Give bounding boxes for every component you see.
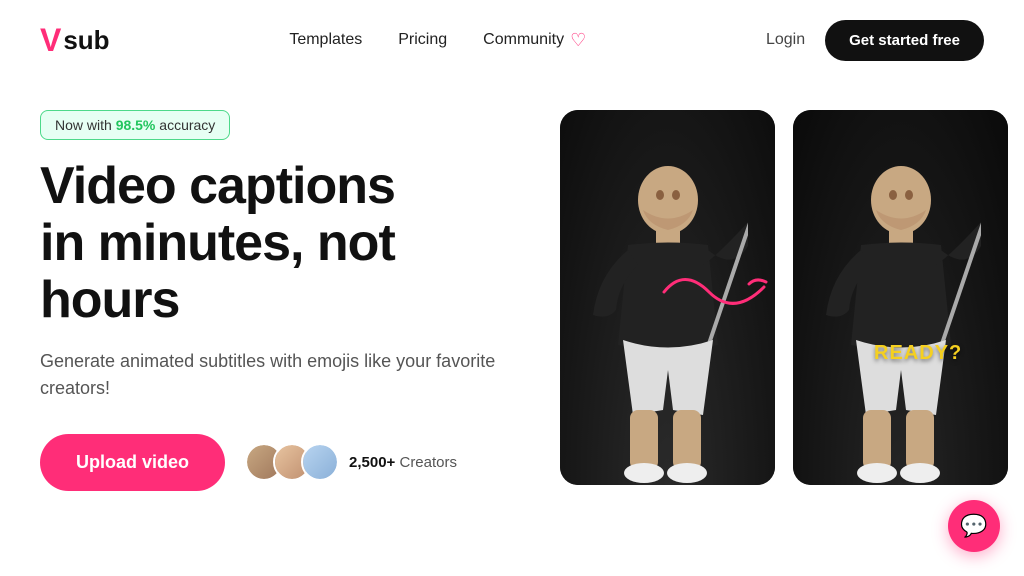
creators-row: 2,500+ Creators (245, 443, 457, 481)
badge-highlight: 98.5% (116, 117, 156, 133)
upload-video-button[interactable]: Upload video (40, 434, 225, 491)
video-card-left (560, 110, 775, 485)
video-card-right-inner: READY? (793, 110, 1008, 485)
badge-prefix: Now with (55, 117, 116, 133)
logo[interactable]: Vsub (40, 22, 110, 59)
badge-suffix: accuracy (155, 117, 215, 133)
creators-avatars (245, 443, 339, 481)
logo-v-letter: V (40, 22, 61, 59)
header-right: Login Get started free (766, 20, 984, 61)
video-card-left-inner (560, 110, 775, 485)
caption-overlay: READY? (874, 342, 962, 365)
heart-icon: ♡ (570, 30, 586, 51)
hero-subtitle: Generate animated subtitles with emojis … (40, 348, 520, 402)
nav-pricing[interactable]: Pricing (398, 31, 447, 49)
hero-left: Now with 98.5% accuracy Video captions i… (40, 110, 520, 491)
main-nav: Templates Pricing Community ♡ (289, 30, 586, 51)
get-started-button[interactable]: Get started free (825, 20, 984, 61)
nav-community[interactable]: Community ♡ (483, 30, 586, 51)
login-button[interactable]: Login (766, 31, 805, 49)
nav-templates[interactable]: Templates (289, 31, 362, 49)
hero-title: Video captions in minutes, not hours (40, 158, 520, 330)
chat-bubble-button[interactable]: 💬 (948, 500, 1000, 552)
creators-count-text: 2,500+ Creators (349, 454, 457, 471)
chat-icon: 💬 (960, 513, 987, 539)
scribble-decoration (654, 262, 774, 322)
video-card-right: READY? (793, 110, 1008, 485)
person-figure-right (821, 145, 981, 485)
hero-cta-row: Upload video 2,500+ Creators (40, 434, 520, 491)
accuracy-badge: Now with 98.5% accuracy (40, 110, 230, 140)
main-content: Now with 98.5% accuracy Video captions i… (0, 80, 1024, 491)
logo-text: sub (63, 25, 109, 56)
avatar-3 (301, 443, 339, 481)
hero-right: READY? (560, 110, 1008, 485)
